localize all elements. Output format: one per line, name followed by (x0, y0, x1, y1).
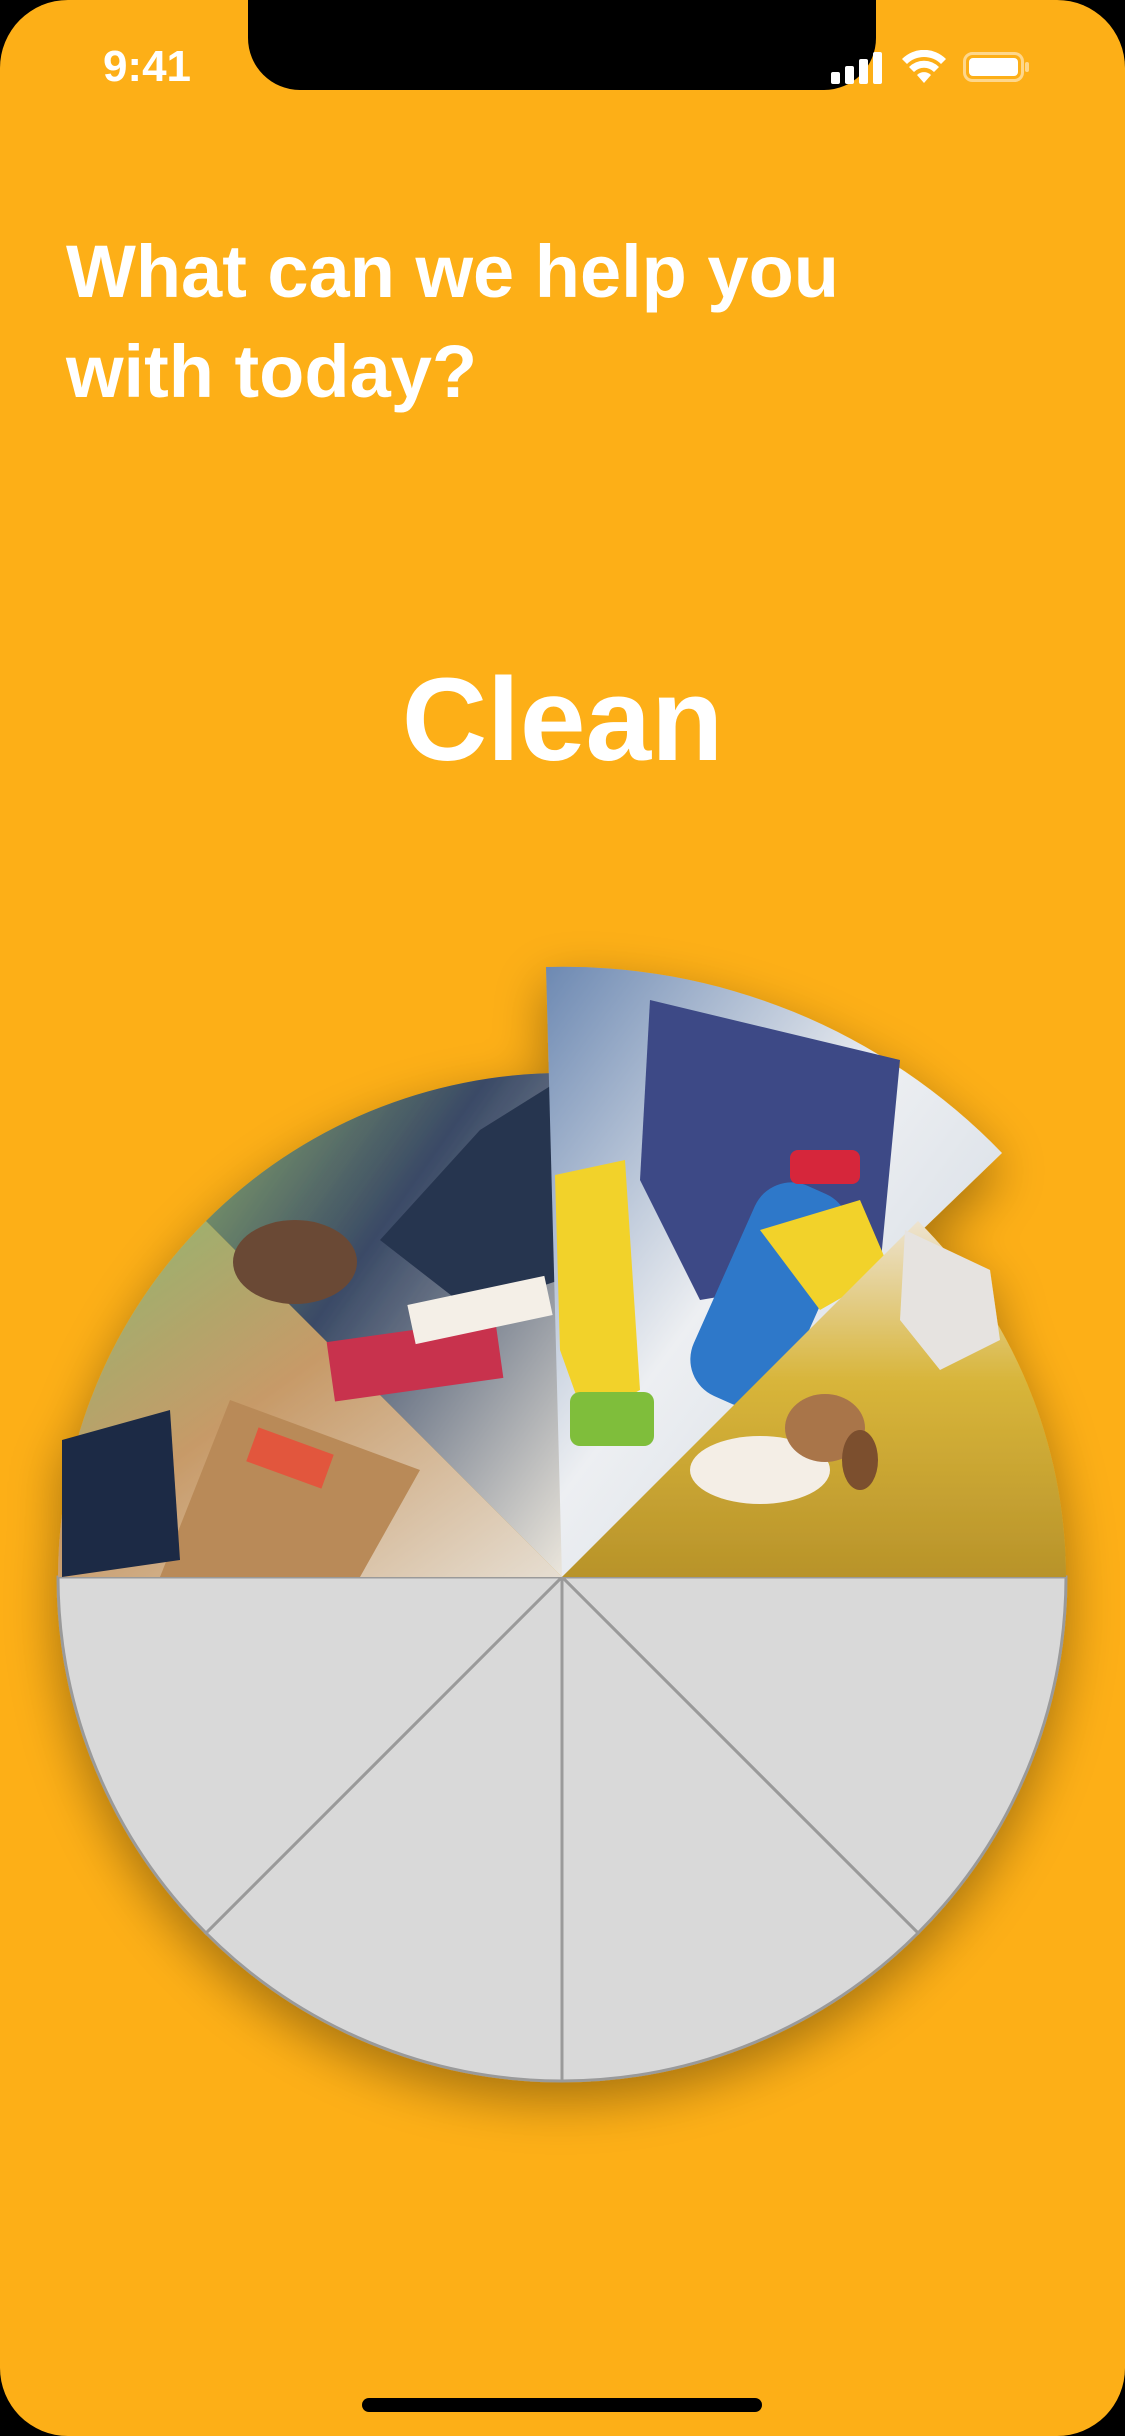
status-bar-time: 9:41 (102, 42, 192, 91)
wifi-icon (902, 50, 946, 83)
device-notch (248, 0, 876, 90)
dog-ear-shape (842, 1430, 878, 1490)
cellular-signal-icon (831, 52, 882, 84)
status-bar-icons (831, 50, 1081, 86)
page-heading-line-2: with today? (66, 330, 478, 413)
battery-icon (963, 52, 1029, 82)
spray-nozzle-shape (790, 1150, 860, 1184)
category-wheel[interactable] (0, 900, 1125, 2160)
home-indicator[interactable] (362, 2398, 762, 2412)
page-heading: What can we help you with today? (66, 222, 966, 422)
green-sponge-shape (570, 1392, 654, 1446)
app-screen: 9:41 What can we help you with today? Cl… (0, 0, 1125, 2436)
page-heading-line-1: What can we help you (66, 230, 839, 313)
selected-category-label: Clean (401, 654, 724, 786)
hand-shape (233, 1220, 357, 1304)
